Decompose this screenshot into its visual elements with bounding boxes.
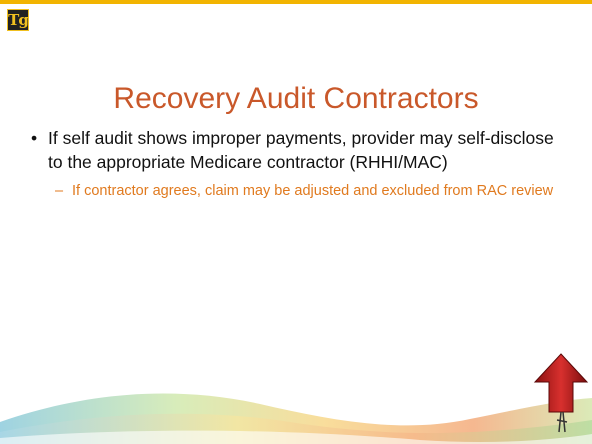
- sub-bullet-item: – If contractor agrees, claim may be adj…: [28, 182, 568, 201]
- top-accent-bar: [0, 0, 592, 4]
- slide: Tg Recovery Audit Contractors • If self …: [0, 0, 592, 444]
- logo-text: Tg: [8, 11, 29, 29]
- sub-bullet-text: If contractor agrees, claim may be adjus…: [72, 183, 554, 199]
- slide-title: Recovery Audit Contractors: [113, 82, 479, 115]
- bullet-item: • If self audit shows improper payments,…: [28, 126, 568, 174]
- bullet-marker: •: [31, 128, 38, 148]
- bullet-text: If self audit shows improper payments, p…: [48, 128, 554, 172]
- tg-logo: Tg: [7, 9, 29, 31]
- slide-content: • If self audit shows improper payments,…: [28, 126, 568, 201]
- decorative-waves: [0, 393, 592, 444]
- sub-bullet-marker: –: [55, 183, 64, 199]
- up-arrow-icon: [533, 353, 589, 433]
